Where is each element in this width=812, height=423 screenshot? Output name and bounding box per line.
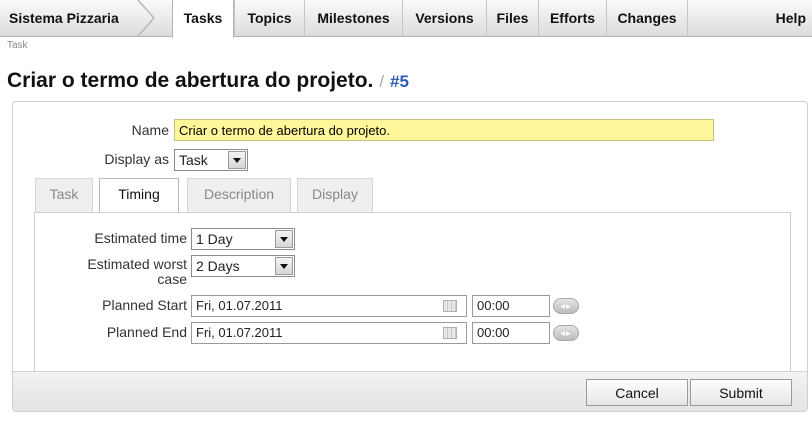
estimated-worst-case-label: Estimated worst case xyxy=(55,257,187,287)
breadcrumb[interactable]: Task xyxy=(7,40,28,51)
tab-tasks[interactable]: Tasks xyxy=(172,0,234,38)
title-separator: / xyxy=(379,72,385,91)
chevron-down-icon[interactable] xyxy=(275,257,293,275)
chevron-down-icon[interactable] xyxy=(228,151,246,169)
planned-start-date-input[interactable]: Fri, 01.07.2011 xyxy=(191,295,467,317)
planned-start-label: Planned Start xyxy=(102,297,187,313)
page-title: Criar o termo de abertura do projeto. / #… xyxy=(7,69,409,93)
submit-button[interactable]: Submit xyxy=(690,379,792,406)
tab-timing[interactable]: Timing xyxy=(99,178,179,213)
estimated-time-value: 1 Day xyxy=(196,231,233,247)
top-navigation: Sistema Pizzaria Tasks Topics Milestones… xyxy=(0,0,812,38)
time-stepper-icon[interactable]: ◂▸ xyxy=(553,298,579,314)
tab-description[interactable]: Description xyxy=(187,178,291,212)
tab-changes[interactable]: Changes xyxy=(606,0,688,37)
estimated-worst-label-line1: Estimated worst xyxy=(87,256,187,272)
task-form: Name Display as Task Task Timing Descrip… xyxy=(12,101,808,412)
planned-end-time-input[interactable]: 00:00 xyxy=(472,322,550,344)
breadcrumb-arrow-icon xyxy=(137,0,156,36)
task-number[interactable]: #5 xyxy=(390,72,409,91)
planned-start-time-input[interactable]: 00:00 xyxy=(472,295,550,317)
tab-display[interactable]: Display xyxy=(297,178,373,212)
estimated-worst-label-line2: case xyxy=(157,271,187,287)
tab-efforts[interactable]: Efforts xyxy=(538,0,606,37)
tab-milestones[interactable]: Milestones xyxy=(304,0,402,37)
estimated-worst-value: 2 Days xyxy=(196,258,240,274)
tab-versions[interactable]: Versions xyxy=(402,0,486,37)
project-breadcrumb[interactable]: Sistema Pizzaria xyxy=(0,0,152,36)
name-label: Name xyxy=(131,122,169,138)
chevron-down-icon[interactable] xyxy=(275,230,293,248)
estimated-worst-case-select[interactable]: 2 Days xyxy=(191,255,295,277)
calendar-icon[interactable] xyxy=(443,327,457,339)
display-as-value: Task xyxy=(179,152,208,168)
tab-topics[interactable]: Topics xyxy=(234,0,304,37)
estimated-time-label: Estimated time xyxy=(94,230,187,246)
estimated-time-select[interactable]: 1 Day xyxy=(191,228,295,250)
form-footer: Cancel Submit xyxy=(13,371,807,411)
time-stepper-icon[interactable]: ◂▸ xyxy=(553,325,579,341)
calendar-icon[interactable] xyxy=(443,300,457,312)
planned-end-date-input[interactable]: Fri, 01.07.2011 xyxy=(191,322,467,344)
display-as-label: Display as xyxy=(104,151,169,167)
timing-tab-pane: Estimated time 1 Day Estimated worst cas… xyxy=(34,212,791,372)
name-field[interactable] xyxy=(174,119,714,141)
cancel-button[interactable]: Cancel xyxy=(586,379,688,406)
planned-end-label: Planned End xyxy=(106,324,187,340)
task-title: Criar o termo de abertura do projeto. xyxy=(7,69,374,92)
tab-task[interactable]: Task xyxy=(35,178,93,212)
help-link[interactable]: Help xyxy=(776,0,806,36)
tab-files[interactable]: Files xyxy=(486,0,538,37)
display-as-select[interactable]: Task xyxy=(174,149,248,171)
